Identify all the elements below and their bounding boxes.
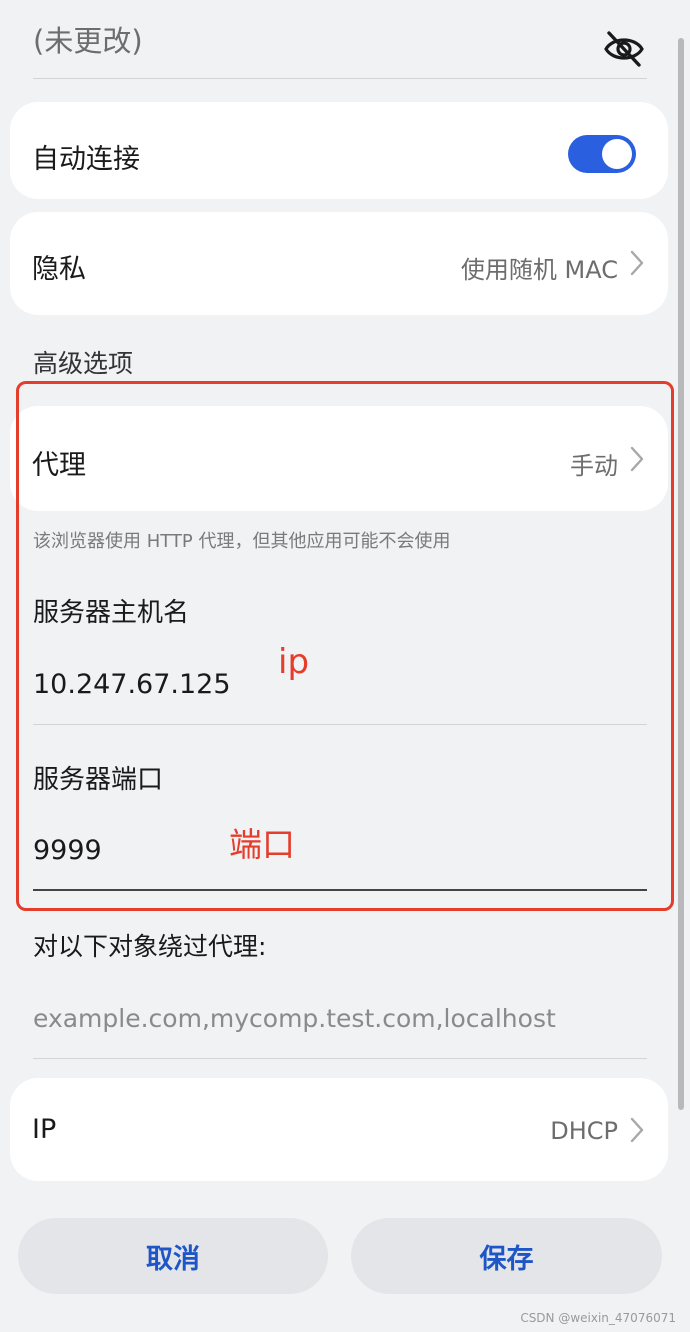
- auto-connect-label: 自动连接: [32, 144, 140, 175]
- visibility-off-icon[interactable]: [603, 29, 645, 69]
- auto-connect-toggle[interactable]: [568, 135, 636, 173]
- advanced-section-label: 高级选项: [33, 349, 134, 378]
- watermark: CSDN @weixin_47076071: [520, 1311, 676, 1325]
- cancel-button[interactable]: 取消: [18, 1218, 328, 1294]
- password-field[interactable]: (未更改): [33, 18, 143, 60]
- privacy-label: 隐私: [32, 254, 86, 285]
- toggle-knob: [602, 139, 632, 169]
- save-button[interactable]: 保存: [351, 1218, 662, 1294]
- scrollbar[interactable]: [678, 38, 684, 1110]
- chevron-right-icon: [630, 1117, 644, 1143]
- privacy-value: 使用随机 MAC: [460, 256, 618, 284]
- bypass-input[interactable]: example.com,mycomp.test.com,localhost: [33, 1004, 556, 1033]
- bypass-label: 对以下对象绕过代理:: [33, 932, 267, 961]
- annotation-ip: ip: [278, 642, 310, 682]
- annotation-port: 端口: [229, 825, 295, 864]
- password-divider: [33, 78, 647, 79]
- privacy-row[interactable]: 隐私 使用随机 MAC: [10, 212, 668, 315]
- ip-label: IP: [32, 1114, 57, 1145]
- annotation-box: [16, 381, 674, 911]
- auto-connect-row[interactable]: 自动连接: [10, 102, 668, 199]
- ip-row[interactable]: IP DHCP: [10, 1078, 668, 1181]
- chevron-right-icon: [630, 250, 644, 276]
- bypass-divider: [33, 1058, 647, 1059]
- ip-value: DHCP: [550, 1117, 618, 1145]
